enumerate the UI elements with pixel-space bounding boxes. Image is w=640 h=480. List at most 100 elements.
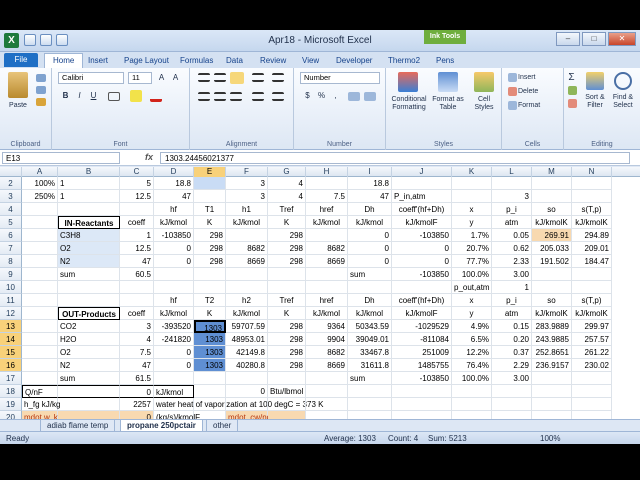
cell-k18[interactable] bbox=[452, 385, 492, 398]
cell-b11[interactable] bbox=[58, 294, 120, 307]
cell-c4[interactable] bbox=[120, 203, 154, 216]
cell-g8[interactable]: 298 bbox=[268, 255, 306, 268]
cell-l2[interactable] bbox=[492, 177, 532, 190]
paste-button[interactable]: Paste bbox=[4, 102, 32, 110]
cell-b15[interactable]: O2 bbox=[58, 346, 120, 359]
row-header[interactable]: 7 bbox=[0, 242, 22, 255]
column-header-f[interactable]: F bbox=[226, 167, 268, 177]
cell-d20[interactable]: (kg/s)/kmolF bbox=[154, 411, 200, 419]
clear-icon[interactable] bbox=[568, 99, 577, 108]
cell-n14[interactable]: 257.57 bbox=[572, 333, 612, 346]
cell-g4[interactable]: Tref bbox=[268, 203, 306, 216]
cell-b5[interactable]: IN-Reactants bbox=[58, 216, 120, 229]
cell-m19[interactable] bbox=[532, 398, 572, 411]
cell-f13[interactable]: 59707.59 bbox=[226, 320, 268, 333]
cell-d14[interactable]: -241820 bbox=[154, 333, 194, 346]
cell-m9[interactable] bbox=[532, 268, 572, 281]
cell-m5[interactable]: kJ/kmolK bbox=[532, 216, 572, 229]
cell-j6[interactable]: -103850 bbox=[392, 229, 452, 242]
cell-n11[interactable]: s(T,p) bbox=[572, 294, 612, 307]
cell-l18[interactable] bbox=[492, 385, 532, 398]
row-header[interactable]: 3 bbox=[0, 190, 22, 203]
cell-f20[interactable]: mdot_cw/ndot_fuel bbox=[226, 411, 295, 419]
cell-j4[interactable]: coeff'(hf+Dh) bbox=[392, 203, 452, 216]
cell-h14[interactable]: 9904 bbox=[306, 333, 348, 346]
cell-i7[interactable]: 0 bbox=[348, 242, 392, 255]
cell-k17[interactable]: 100.0% bbox=[452, 372, 492, 385]
sort-filter-button[interactable]: Sort & Filter bbox=[580, 94, 610, 110]
cell-l9[interactable]: 3.00 bbox=[492, 268, 532, 281]
cell-e17[interactable] bbox=[194, 372, 226, 385]
cell-c16[interactable]: 47 bbox=[120, 359, 154, 372]
align-center-icon[interactable] bbox=[214, 92, 226, 101]
tab-page-layout[interactable]: Page Layout bbox=[124, 54, 169, 68]
cell-i18[interactable] bbox=[348, 385, 392, 398]
cell-n20[interactable] bbox=[572, 411, 612, 419]
row-header[interactable]: 18 bbox=[0, 385, 22, 398]
cell-g14[interactable]: 298 bbox=[268, 333, 306, 346]
cell-h10[interactable] bbox=[306, 281, 348, 294]
select-all-corner[interactable] bbox=[0, 167, 22, 177]
cell-a5[interactable] bbox=[22, 216, 58, 229]
cell-a13[interactable] bbox=[22, 320, 58, 333]
cell-a7[interactable] bbox=[22, 242, 58, 255]
cell-b6[interactable]: C3H8 bbox=[58, 229, 120, 242]
cell-l8[interactable]: 2.33 bbox=[492, 255, 532, 268]
cell-m6[interactable]: 269.91 bbox=[532, 229, 572, 242]
row-header[interactable]: 17 bbox=[0, 372, 22, 385]
cell-n8[interactable]: 184.47 bbox=[572, 255, 612, 268]
cell-l19[interactable] bbox=[492, 398, 532, 411]
name-box[interactable]: E13 bbox=[2, 152, 120, 164]
cell-i20[interactable] bbox=[348, 411, 392, 419]
cell-d17[interactable] bbox=[154, 372, 194, 385]
row-header[interactable]: 6 bbox=[0, 229, 22, 242]
align-left-icon[interactable] bbox=[198, 92, 210, 101]
cell-i4[interactable]: Dh bbox=[348, 203, 392, 216]
cell-m10[interactable] bbox=[532, 281, 572, 294]
percent-button[interactable]: % bbox=[316, 90, 327, 101]
cell-l14[interactable]: 0.20 bbox=[492, 333, 532, 346]
cell-m13[interactable]: 283.9889 bbox=[532, 320, 572, 333]
cell-c17[interactable]: 61.5 bbox=[120, 372, 154, 385]
cell-h11[interactable]: href bbox=[306, 294, 348, 307]
cell-n12[interactable]: kJ/kmolK bbox=[572, 307, 612, 320]
cell-k14[interactable]: 6.5% bbox=[452, 333, 492, 346]
cell-k13[interactable]: 4.9% bbox=[452, 320, 492, 333]
tab-file[interactable]: File bbox=[4, 53, 38, 67]
cell-c15[interactable]: 7.5 bbox=[120, 346, 154, 359]
cell-e9[interactable] bbox=[194, 268, 226, 281]
cell-c7[interactable]: 12.5 bbox=[120, 242, 154, 255]
cell-a6[interactable] bbox=[22, 229, 58, 242]
shrink-font-icon[interactable]: A bbox=[170, 72, 181, 83]
orientation-icon[interactable] bbox=[252, 73, 264, 82]
find-select-button[interactable]: Find & Select bbox=[608, 94, 638, 110]
cell-c19[interactable]: 2257 bbox=[120, 398, 154, 411]
format-painter-icon[interactable] bbox=[36, 98, 46, 106]
cut-icon[interactable] bbox=[36, 74, 46, 82]
cell-h9[interactable] bbox=[306, 268, 348, 281]
column-header-i[interactable]: I bbox=[348, 167, 392, 177]
cell-e15[interactable]: 1303 bbox=[194, 346, 226, 359]
cell-i11[interactable]: Dh bbox=[348, 294, 392, 307]
cell-f3[interactable]: 3 bbox=[226, 190, 268, 203]
cell-j9[interactable]: -103850 bbox=[392, 268, 452, 281]
cell-d6[interactable]: -103850 bbox=[154, 229, 194, 242]
tab-data[interactable]: Data bbox=[226, 54, 243, 68]
insert-function-icon[interactable]: fx bbox=[145, 152, 153, 162]
font-name-select[interactable]: Calibri bbox=[58, 72, 124, 84]
cell-c12[interactable]: coeff bbox=[120, 307, 154, 320]
cell-a8[interactable] bbox=[22, 255, 58, 268]
cell-e5[interactable]: K bbox=[194, 216, 226, 229]
column-header-b[interactable]: B bbox=[58, 167, 120, 177]
cell-g10[interactable] bbox=[268, 281, 306, 294]
cell-l3[interactable]: 3 bbox=[492, 190, 532, 203]
underline-button[interactable]: U bbox=[88, 90, 99, 101]
tab-view[interactable]: View bbox=[302, 54, 319, 68]
cell-h12[interactable]: kJ/kmol bbox=[306, 307, 348, 320]
row-header[interactable]: 9 bbox=[0, 268, 22, 281]
cell-m4[interactable]: so bbox=[532, 203, 572, 216]
cell-a12[interactable] bbox=[22, 307, 58, 320]
cell-n17[interactable] bbox=[572, 372, 612, 385]
cell-f5[interactable]: kJ/kmol bbox=[226, 216, 268, 229]
column-header-h[interactable]: H bbox=[306, 167, 348, 177]
